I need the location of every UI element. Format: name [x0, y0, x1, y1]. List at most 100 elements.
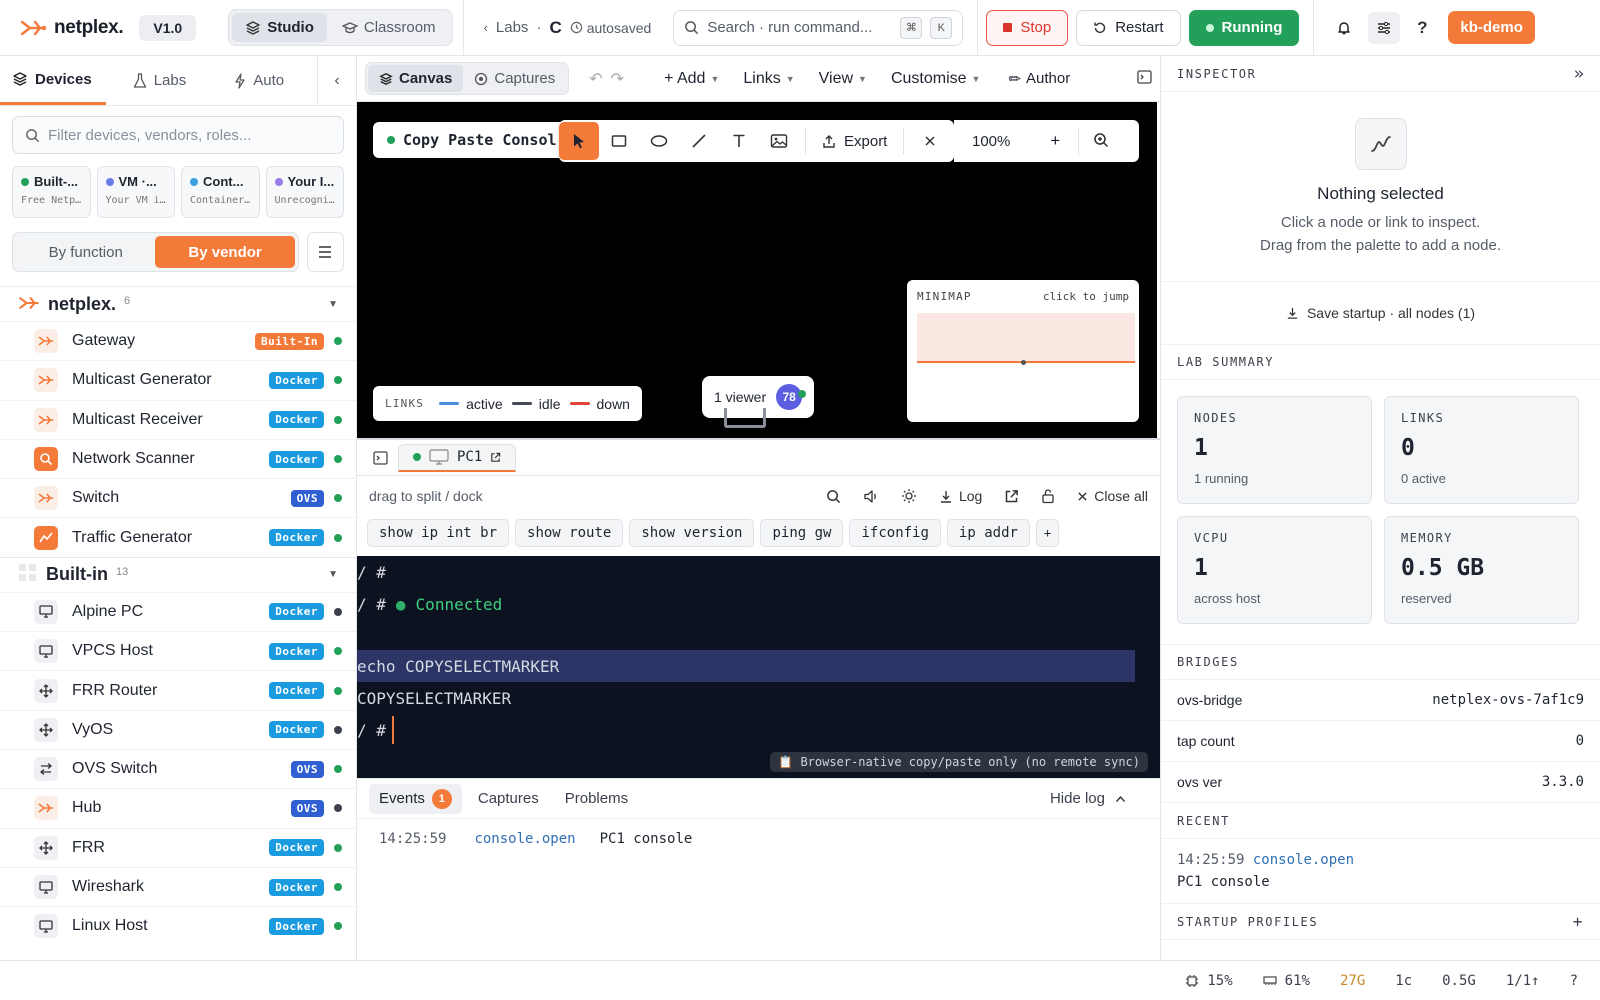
terminal-icon: [1137, 70, 1152, 84]
console-tab-pc1[interactable]: PC1: [398, 443, 517, 472]
device-item[interactable]: Network Scanner Docker: [0, 438, 356, 478]
device-group-header[interactable]: Built-in 13 ▼: [0, 556, 356, 592]
device-item[interactable]: Alpine PC Docker: [0, 591, 356, 631]
select-tool[interactable]: [559, 122, 599, 160]
tab-events[interactable]: Events 1: [369, 783, 462, 814]
line-tool[interactable]: [679, 122, 719, 160]
device-item[interactable]: Hub OVS: [0, 788, 356, 827]
minimap-viewport[interactable]: [917, 313, 1135, 363]
group-by-vendor[interactable]: By vendor: [155, 236, 295, 268]
tab-auto[interactable]: Auto: [221, 56, 297, 105]
source-card[interactable]: Your I... Unrecogni…: [265, 166, 344, 218]
sun-icon[interactable]: [901, 488, 917, 504]
device-item[interactable]: VPCS Host Docker: [0, 631, 356, 670]
device-group-header[interactable]: netplex. 6 ▼: [0, 286, 356, 321]
command-snippet[interactable]: show version: [629, 519, 755, 547]
device-item[interactable]: OVS Switch OVS: [0, 748, 356, 788]
export-button[interactable]: Export: [812, 133, 897, 150]
terminal[interactable]: / # / # ● Connected echo COPYSELECTMARKER …: [357, 556, 1160, 780]
breadcrumb-lab[interactable]: C: [549, 18, 561, 38]
topology-canvas[interactable]: Copy Paste Consol Export 100% + LINKS ac…: [357, 102, 1157, 438]
breadcrumb-labs[interactable]: Labs: [496, 19, 529, 36]
device-name: Traffic Generator: [72, 528, 193, 546]
recent-item[interactable]: 14:25:59 console.open PC1 console: [1161, 839, 1600, 904]
device-item[interactable]: Multicast Receiver Docker: [0, 399, 356, 439]
zoom-fit-button[interactable]: [1093, 132, 1109, 151]
command-snippet[interactable]: show ip int br: [367, 519, 510, 547]
add-snippet-button[interactable]: +: [1035, 519, 1060, 547]
author-button[interactable]: ✏ Author: [1008, 70, 1070, 88]
command-snippet[interactable]: ifconfig: [849, 519, 941, 547]
rectangle-tool[interactable]: [599, 122, 639, 160]
image-tool[interactable]: [759, 122, 799, 160]
summary-card: LINKS 0 0 active: [1384, 396, 1579, 504]
add-profile-button[interactable]: +: [1573, 912, 1584, 931]
console-toggle-button[interactable]: [1137, 70, 1152, 87]
menu-links[interactable]: Links ▼: [743, 70, 794, 88]
device-item[interactable]: FRR Router Docker: [0, 670, 356, 709]
mode-studio[interactable]: Studio: [232, 13, 327, 42]
list-options-button[interactable]: [306, 232, 344, 272]
external-link-icon[interactable]: [490, 452, 501, 463]
undo-icon[interactable]: ↶: [589, 69, 602, 89]
restart-button[interactable]: Restart: [1076, 9, 1181, 46]
zoom-in-button[interactable]: +: [1050, 131, 1060, 151]
mode-classroom[interactable]: Classroom: [329, 13, 449, 42]
device-filter-input[interactable]: Filter devices, vendors, roles...: [12, 116, 344, 154]
notifications-button[interactable]: [1328, 12, 1360, 44]
device-item[interactable]: Multicast Generator Docker: [0, 360, 356, 399]
status-help-button[interactable]: ?: [1570, 973, 1578, 989]
hide-log-button[interactable]: Hide log: [1050, 790, 1126, 807]
brand[interactable]: netplex.: [20, 17, 124, 39]
source-card[interactable]: Built-... Free Netp…: [12, 166, 91, 218]
redo-icon[interactable]: ↷: [611, 69, 624, 89]
search-icon[interactable]: [826, 489, 841, 504]
menu-add[interactable]: + Add ▼: [664, 70, 719, 88]
tab-devices[interactable]: Devices: [0, 56, 106, 105]
event-row[interactable]: 14:25:59 console.open PC1 console: [357, 819, 1160, 859]
bridge-value: 0: [1575, 733, 1584, 749]
device-item[interactable]: Wireshark Docker: [0, 866, 356, 906]
lock-icon[interactable]: [1041, 488, 1055, 504]
save-startup-button[interactable]: Save startup · all nodes (1): [1161, 282, 1600, 344]
tab-problems[interactable]: Problems: [555, 785, 638, 812]
minimap[interactable]: MINIMAP click to jump: [907, 280, 1139, 422]
menu-view[interactable]: View ▼: [819, 70, 867, 88]
lab-title-chip[interactable]: Copy Paste Consol: [373, 122, 571, 158]
command-search[interactable]: Search · run command... ⌘ K: [673, 9, 964, 46]
menu-customise[interactable]: Customise ▼: [891, 70, 981, 88]
stop-button[interactable]: Stop: [986, 9, 1069, 46]
log-button[interactable]: Log: [939, 488, 982, 504]
tab-event-captures[interactable]: Captures: [468, 785, 549, 812]
settings-button[interactable]: [1368, 11, 1401, 44]
text-tool[interactable]: [719, 122, 759, 160]
user-menu[interactable]: kb-demo: [1448, 11, 1535, 44]
command-snippet[interactable]: ip addr: [946, 519, 1030, 547]
pc1-node[interactable]: [724, 408, 766, 428]
close-all-button[interactable]: Close all: [1077, 488, 1148, 504]
tab-captures[interactable]: Captures: [463, 65, 566, 92]
device-item[interactable]: VyOS Docker: [0, 709, 356, 749]
source-card[interactable]: Cont... Container…: [181, 166, 260, 218]
device-item[interactable]: FRR Docker: [0, 827, 356, 867]
group-by-function[interactable]: By function: [16, 236, 155, 268]
tab-canvas[interactable]: Canvas: [368, 65, 464, 92]
close-drawing-toolbar[interactable]: [910, 122, 950, 160]
external-link-icon[interactable]: [1004, 489, 1019, 504]
speaker-icon[interactable]: [863, 489, 879, 504]
chevron-left-icon[interactable]: ‹: [484, 20, 488, 35]
device-item[interactable]: Traffic Generator Docker: [0, 517, 356, 556]
source-card[interactable]: VM ·... Your VM i…: [96, 166, 175, 218]
collapse-sidebar-button[interactable]: ‹: [318, 56, 356, 105]
running-button[interactable]: Running: [1188, 9, 1300, 46]
command-snippet[interactable]: show route: [515, 519, 624, 547]
command-snippet[interactable]: ping gw: [760, 519, 844, 547]
collapse-inspector-button[interactable]: »: [1574, 64, 1584, 84]
device-item[interactable]: Gateway Built-In: [0, 321, 356, 360]
events-count: 1: [431, 788, 452, 809]
ellipse-tool[interactable]: [639, 122, 679, 160]
device-item[interactable]: Linux Host Docker: [0, 906, 356, 945]
tab-labs[interactable]: Labs: [120, 56, 200, 105]
device-item[interactable]: Switch OVS: [0, 478, 356, 517]
help-button[interactable]: ?: [1406, 12, 1438, 44]
